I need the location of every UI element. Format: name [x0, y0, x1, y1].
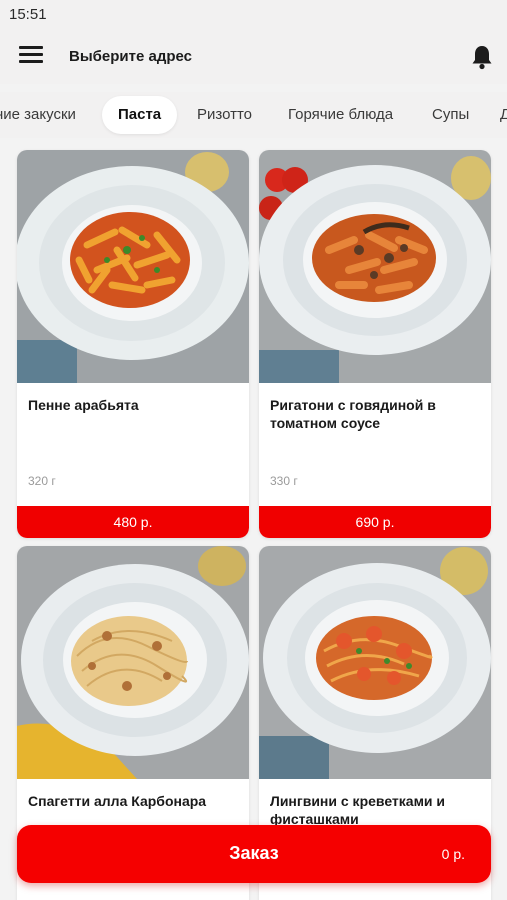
product-grid: Пенне арабьята 320 г 480 р. Ригатони с г…	[0, 148, 507, 900]
order-total: 0 р.	[441, 846, 465, 862]
tab-risotto[interactable]: Ризотто	[197, 96, 252, 134]
status-bar: 15:51	[0, 0, 507, 30]
category-tabs: ние закуски Паста Ризотто Горячие блюда …	[0, 92, 507, 138]
app-header: Выберите адрес	[0, 30, 507, 84]
order-button[interactable]: Заказ 0 р.	[17, 825, 491, 883]
tab-desserts[interactable]: Д	[500, 96, 507, 134]
product-photo	[17, 546, 249, 779]
hamburger-menu-icon[interactable]	[19, 46, 43, 68]
product-price-button[interactable]: 480 р.	[17, 506, 249, 538]
product-photo	[17, 150, 249, 383]
address-selector[interactable]: Выберите адрес	[69, 48, 192, 65]
product-price-button[interactable]: 690 р.	[259, 506, 491, 538]
product-card[interactable]: Пенне арабьята 320 г 480 р.	[17, 150, 249, 538]
product-name: Спагетти алла Карбонара	[28, 793, 207, 809]
product-weight: 330 г	[270, 474, 298, 488]
product-name: Лингвини с креветками и фисташками	[270, 793, 446, 827]
product-card[interactable]: Ригатони с говядиной в томатном соусе 33…	[259, 150, 491, 538]
product-photo	[259, 150, 491, 383]
order-label: Заказ	[229, 843, 279, 863]
tab-soups[interactable]: Супы	[432, 96, 469, 134]
product-name: Ригатони с говядиной в томатном соусе	[270, 397, 436, 431]
product-weight: 320 г	[28, 474, 56, 488]
tab-cold-snacks[interactable]: ние закуски	[0, 96, 76, 134]
bell-icon[interactable]	[470, 44, 494, 70]
status-time: 15:51	[9, 6, 47, 23]
tab-pasta[interactable]: Паста	[102, 96, 178, 134]
tab-hot-dishes[interactable]: Горячие блюда	[288, 96, 393, 134]
product-name: Пенне арабьята	[28, 397, 139, 413]
product-photo	[259, 546, 491, 779]
